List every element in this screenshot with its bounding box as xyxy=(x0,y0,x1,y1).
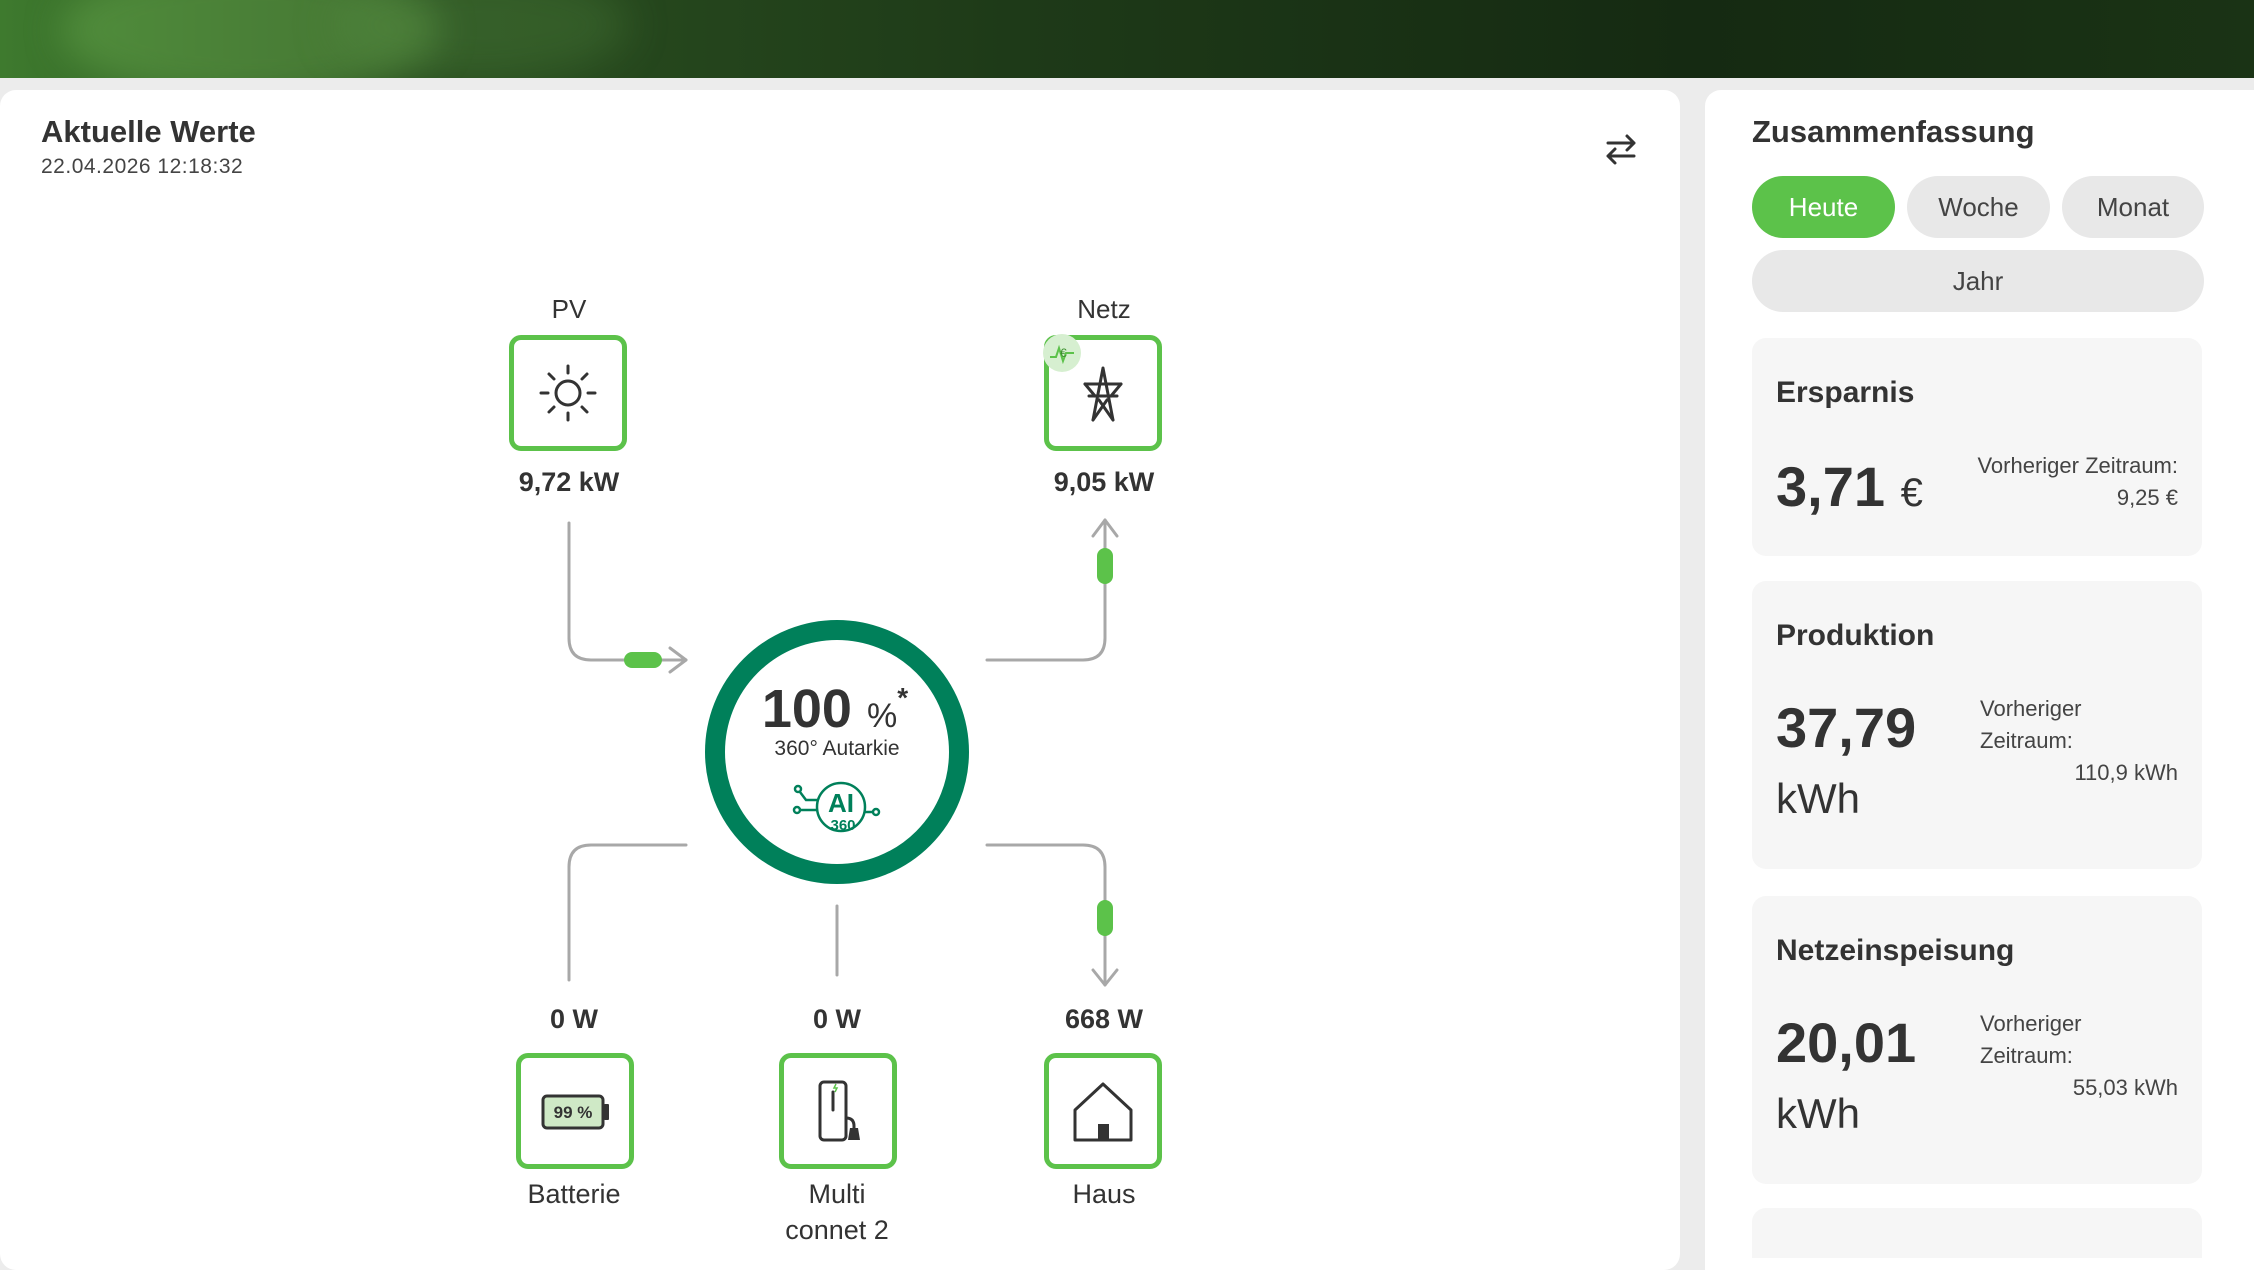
wallbox-power-value: 0 W xyxy=(812,1004,861,1034)
wallbox-node[interactable] xyxy=(779,1053,897,1169)
period-tab-month[interactable]: Monat xyxy=(2062,176,2204,238)
header-banner xyxy=(0,0,2254,78)
page-title: Aktuelle Werte xyxy=(41,114,256,149)
period-tab-week[interactable]: Woche xyxy=(1907,176,2050,238)
pv-power-value: 9,72 kW xyxy=(518,467,620,497)
savings-previous-value: 9,25 € xyxy=(2116,485,2178,510)
timestamp: 22.04.2026 12:18:32 xyxy=(41,155,244,178)
feed-in-unit: kWh xyxy=(1776,1090,1860,1137)
house-power-value: 668 W xyxy=(1064,1004,1144,1034)
wallbox-name: Multi connet 2 xyxy=(727,1176,947,1248)
autarky-unit: % xyxy=(866,697,898,735)
house-name: Haus xyxy=(1072,1179,1136,1209)
savings-previous: Vorheriger Zeitraum: 9,25 € xyxy=(1977,450,2178,514)
savings-previous-label: Vorheriger Zeitraum: xyxy=(1977,453,2178,478)
autarky-number: 100 xyxy=(761,679,852,739)
feed-in-previous-value: 55,03 kWh xyxy=(2072,1075,2178,1100)
wallbox-name-line2: connet 2 xyxy=(785,1215,889,1245)
production-previous-label-line1: Vorheriger xyxy=(1980,696,2082,721)
sun-icon xyxy=(539,364,597,422)
svg-text:360: 360 xyxy=(830,817,855,834)
production-previous-value: 110,9 kWh xyxy=(2074,760,2178,785)
wallbox-name-line1: Multi xyxy=(808,1179,866,1209)
period-tab-year[interactable]: Jahr xyxy=(1752,250,2204,312)
feed-in-value: 20,01 xyxy=(1776,1011,1917,1074)
savings-number: 3,71 xyxy=(1776,455,1885,518)
feed-in-previous-label-line1: Vorheriger xyxy=(1980,1011,2082,1036)
production-title: Produktion xyxy=(1776,619,1935,652)
swap-arrows-icon[interactable] xyxy=(1602,130,1640,168)
production-previous-label-line2: Zeitraum: xyxy=(1980,728,2073,753)
svg-text:99 %: 99 % xyxy=(554,1103,593,1122)
pv-node[interactable] xyxy=(509,335,627,451)
battery-power-value: 0 W xyxy=(549,1004,598,1034)
savings-title: Ersparnis xyxy=(1776,376,1915,409)
grid-power-value: 9,05 kW xyxy=(1053,467,1155,497)
tariff-euro-icon: € xyxy=(1043,334,1081,372)
next-summary-card xyxy=(1752,1208,2202,1258)
autarky-footnote-star: * xyxy=(897,682,909,713)
production-card: Produktion 37,79 kWh Vorheriger Zeitraum… xyxy=(1752,581,2202,869)
battery-icon: 99 % xyxy=(541,1094,609,1130)
savings-card: Ersparnis 3,71 € Vorheriger Zeitraum: 9,… xyxy=(1752,338,2202,556)
feed-in-card: Netzeinspeisung 20,01 kWh Vorheriger Zei… xyxy=(1752,896,2202,1184)
savings-value: 3,71 € xyxy=(1776,454,1923,519)
house-node[interactable] xyxy=(1044,1053,1162,1169)
battery-name: Batterie xyxy=(527,1179,621,1209)
house-icon xyxy=(1073,1082,1133,1142)
feed-in-title: Netzeinspeisung xyxy=(1776,934,2015,967)
ev-charger-icon xyxy=(818,1080,860,1142)
feed-in-previous-label-line2: Zeitraum: xyxy=(1980,1043,2073,1068)
autarky-label: 360° Autarkie xyxy=(774,737,900,760)
autarky-value: 100 %* xyxy=(740,678,930,740)
ai-360-icon: AI 360 xyxy=(792,781,881,834)
production-unit: kWh xyxy=(1776,775,1860,822)
grid-label: Netz xyxy=(1077,294,1131,324)
svg-text:AI: AI xyxy=(828,788,854,818)
svg-text:€: € xyxy=(1060,346,1067,360)
summary-title: Zusammenfassung xyxy=(1752,114,2035,149)
period-tab-today[interactable]: Heute xyxy=(1752,176,1895,238)
savings-unit: € xyxy=(1900,471,1923,515)
battery-node[interactable]: 99 % xyxy=(516,1053,634,1169)
production-previous-label: Vorheriger Zeitraum: xyxy=(1980,693,2082,757)
feed-in-previous-label: Vorheriger Zeitraum: xyxy=(1980,1008,2082,1072)
pv-label: PV xyxy=(551,294,587,324)
production-value: 37,79 xyxy=(1776,696,1917,759)
